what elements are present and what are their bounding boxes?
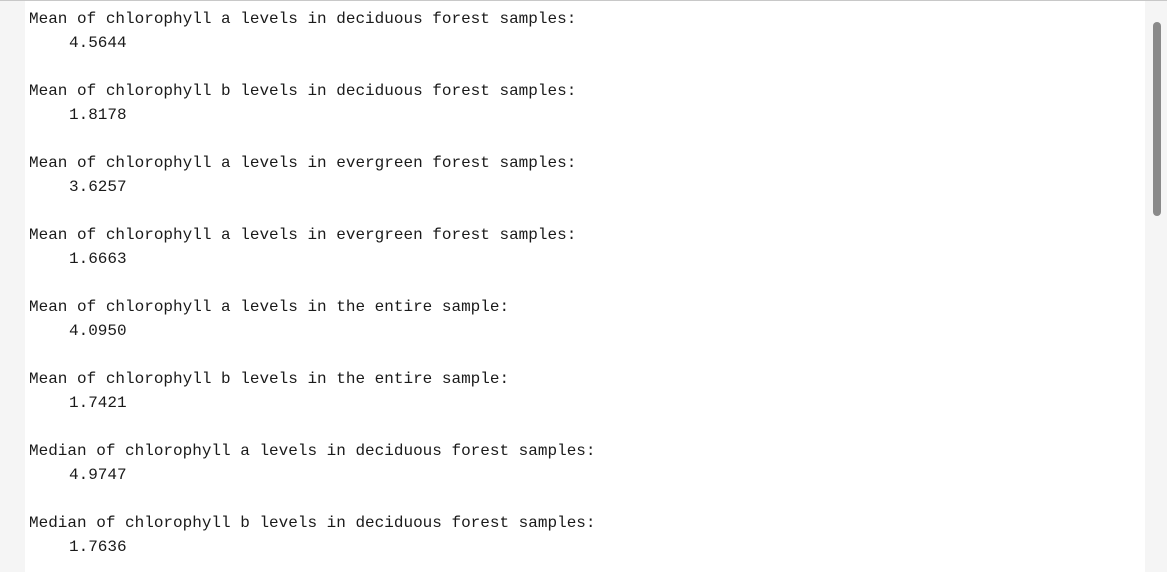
list-item: Mean of chlorophyll a levels in deciduou… <box>29 7 1145 79</box>
list-item: Median of chlorophyll b levels in decidu… <box>29 511 1145 572</box>
result-label: Median of chlorophyll b levels in decidu… <box>29 514 596 532</box>
output-window: Mean of chlorophyll a levels in deciduou… <box>0 0 1167 572</box>
output-list: Mean of chlorophyll a levels in deciduou… <box>29 7 1145 572</box>
result-value: 4.0950 <box>69 322 127 340</box>
list-item: Mean of chlorophyll a levels in evergree… <box>29 151 1145 223</box>
result-label: Mean of chlorophyll b levels in the enti… <box>29 370 510 388</box>
list-item: Mean of chlorophyll b levels in the enti… <box>29 367 1145 439</box>
console-output: Mean of chlorophyll a levels in deciduou… <box>25 1 1145 572</box>
result-value: 4.9747 <box>69 466 127 484</box>
result-value: 1.7636 <box>69 538 127 556</box>
list-item: Median of chlorophyll a levels in decidu… <box>29 439 1145 511</box>
vertical-scrollbar[interactable] <box>1146 1 1167 572</box>
result-value: 1.6663 <box>69 250 127 268</box>
list-item: Mean of chlorophyll a levels in the enti… <box>29 295 1145 367</box>
result-label: Mean of chlorophyll a levels in evergree… <box>29 226 577 244</box>
result-label: Mean of chlorophyll a levels in the enti… <box>29 298 510 316</box>
list-item: Mean of chlorophyll a levels in evergree… <box>29 223 1145 295</box>
result-label: Median of chlorophyll a levels in decidu… <box>29 442 596 460</box>
result-value: 1.7421 <box>69 394 127 412</box>
result-value: 3.6257 <box>69 178 127 196</box>
result-value: 4.5644 <box>69 34 127 52</box>
result-label: Mean of chlorophyll a levels in evergree… <box>29 154 577 172</box>
result-label: Mean of chlorophyll a levels in deciduou… <box>29 10 577 28</box>
result-value: 1.8178 <box>69 106 127 124</box>
scrollbar-thumb[interactable] <box>1153 22 1161 216</box>
result-label: Mean of chlorophyll b levels in deciduou… <box>29 82 577 100</box>
list-item: Mean of chlorophyll b levels in deciduou… <box>29 79 1145 151</box>
